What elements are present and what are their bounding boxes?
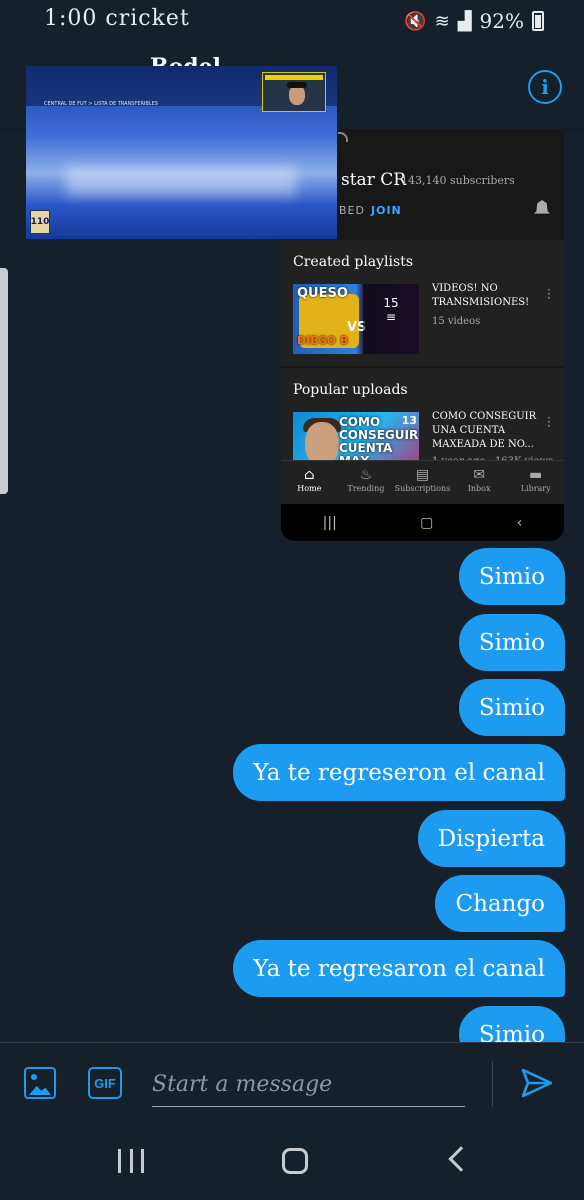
back-icon: ‹	[516, 514, 523, 531]
battery-icon	[532, 11, 544, 31]
webcam-cap	[287, 82, 307, 88]
composer-divider	[492, 1061, 493, 1107]
yt-avatar	[338, 132, 348, 142]
info-icon[interactable]: i	[528, 70, 562, 104]
playlist-icon: ≡	[385, 310, 397, 324]
pip-video[interactable]: CENTRAL DE FUT > LISTA DE TRANSFERIBLES …	[26, 66, 337, 239]
mail-icon: ✉	[473, 467, 485, 483]
back-icon[interactable]	[448, 1146, 474, 1172]
yt-join-button: JOIN	[371, 204, 402, 217]
message-composer: GIF	[0, 1042, 584, 1122]
image-icon-sun	[31, 1074, 37, 1080]
yt-subscriber-count: 143,140 subscribers	[401, 174, 515, 187]
message-bubble[interactable]: Dispierta	[417, 810, 565, 867]
pip-webcam	[262, 72, 326, 112]
yt-nav-label: Library	[520, 484, 551, 493]
flame-icon: ♨	[359, 467, 373, 483]
pip-breadcrumb: CENTRAL DE FUT > LISTA DE TRANSFERIBLES	[44, 101, 158, 107]
yt-created-playlists: Created playlists QUESO VS DIEGO B 15 ≡ …	[281, 240, 564, 364]
gif-button[interactable]: GIF	[88, 1067, 122, 1099]
thumb-number: 13	[401, 414, 417, 427]
yt-nav-home: ⌂ Home	[281, 461, 338, 504]
yt-subscribed-label: BED	[339, 204, 365, 217]
webcam-tag	[265, 75, 323, 80]
send-icon[interactable]	[520, 1067, 554, 1099]
bell-icon	[534, 200, 550, 214]
edge-panel-handle[interactable]	[0, 268, 8, 494]
battery-percent: 92%	[479, 9, 524, 33]
wifi-icon: ≋	[434, 10, 450, 32]
status-time: 1:00 cricket	[44, 6, 190, 31]
more-vert-icon: · · ·	[547, 411, 551, 433]
image-icon[interactable]	[24, 1067, 56, 1099]
yt-nav-subscriptions: ▤ Subscriptions	[394, 461, 451, 504]
image-icon-mountain	[29, 1086, 51, 1095]
yt-popular-uploads: Popular uploads COMO CONSEGUIR CUENTA MA…	[281, 368, 564, 482]
yt-nav-label: Inbox	[467, 484, 491, 493]
yt-section-title: Created playlists	[293, 254, 414, 270]
yt-channel-name: star CR	[341, 170, 407, 190]
yt-playlist-title: VIDEOS! NO TRANSMISIONES!	[432, 283, 530, 308]
message-bubble[interactable]: Ya te regreseron el canal	[233, 744, 565, 801]
pip-player-card: 110	[30, 210, 50, 234]
status-icons: 🔇 ≋ ▟ 92%	[404, 9, 544, 33]
recents-icon[interactable]	[118, 1149, 144, 1173]
subscriptions-icon: ▤	[415, 467, 430, 483]
message-input[interactable]	[152, 1063, 465, 1107]
message-bubble[interactable]: Simio	[458, 548, 565, 605]
home-icon[interactable]	[282, 1148, 308, 1174]
recents-icon: |||	[322, 514, 337, 531]
playlist-count: 15	[383, 296, 399, 310]
message-bubble[interactable]: Simio	[458, 614, 565, 671]
thumb-text: QUESO	[297, 286, 348, 301]
thumb-text: DIEGO B	[297, 334, 349, 347]
message-bubble[interactable]: Ya te regresaron el canal	[233, 940, 565, 997]
yt-bottom-nav: ⌂ Home ♨ Trending ▤ Subscriptions ✉ Inbox ▬ L…	[281, 460, 564, 504]
home-button-icon: ▢	[420, 514, 434, 531]
home-icon: ⌂	[303, 467, 315, 483]
yt-nav-trending: ♨ Trending	[338, 461, 395, 504]
message-bubble[interactable]: Simio	[458, 679, 565, 736]
yt-system-nav: ||| ▢ ‹	[281, 504, 564, 541]
mute-icon: 🔇	[404, 10, 427, 32]
yt-nav-inbox: ✉ Inbox	[451, 461, 508, 504]
yt-nav-label: Subscriptions	[394, 484, 451, 493]
playlist-count-overlay: 15 ≡	[363, 284, 419, 354]
message-bubble[interactable]: Chango	[435, 875, 565, 932]
status-bar: 1:00 cricket 🔇 ≋ ▟ 92%	[0, 0, 584, 40]
yt-section-title: Popular uploads	[293, 382, 408, 398]
yt-nav-library: ▬ Library	[507, 461, 564, 504]
folder-icon: ▬	[529, 467, 543, 483]
yt-nav-label: Home	[297, 484, 322, 493]
signal-icon: ▟	[457, 10, 472, 32]
system-navigation-bar	[0, 1122, 584, 1200]
more-vert-icon: · · ·	[547, 283, 551, 305]
webcam-face	[289, 85, 305, 105]
stadium-lights	[66, 166, 296, 196]
yt-playlist-thumbnail: QUESO VS DIEGO B 15 ≡	[293, 284, 419, 354]
yt-video-title: COMO CONSEGUIR UNA CUENTA MAXEADA DE NO.…	[432, 411, 537, 450]
yt-nav-label: Trending	[347, 484, 385, 493]
yt-playlist-meta: 15 videos	[432, 316, 481, 327]
